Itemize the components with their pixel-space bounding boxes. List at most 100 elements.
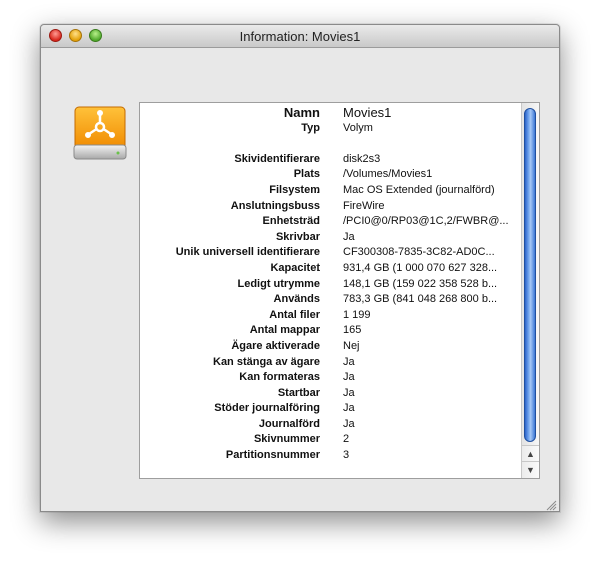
info-value: Mac OS Extended (journalförd) <box>343 183 495 196</box>
info-value: 783,3 GB (841 048 268 800 b... <box>343 293 498 306</box>
info-key: Unik universell identifierare <box>175 246 320 259</box>
info-separator: : <box>316 277 320 290</box>
firewire-drive-icon <box>71 105 129 163</box>
info-value: Nej <box>343 339 360 352</box>
info-separator: : <box>316 449 320 462</box>
info-row: Typ: Volym <box>140 121 520 137</box>
info-value: Ja <box>343 386 355 399</box>
info-key: Används <box>273 293 320 306</box>
info-row: Namn: Movies1 <box>140 105 520 121</box>
info-separator: : <box>316 199 320 212</box>
info-value: /Volumes/Movies1 <box>343 168 433 181</box>
info-row: Partitionsnummer: 3 <box>140 448 520 464</box>
info-separator: : <box>316 324 320 337</box>
info-separator: : <box>316 168 320 181</box>
info-row: Skrivbar: Ja <box>140 230 520 246</box>
info-row: Journalförd: Ja <box>140 417 520 433</box>
info-row: Används: 783,3 GB (841 048 268 800 b... <box>140 292 520 308</box>
info-separator: : <box>316 215 320 228</box>
scrollbar-thumb[interactable] <box>524 108 536 442</box>
info-key: Plats <box>293 168 320 181</box>
info-separator: : <box>316 152 320 165</box>
info-separator: : <box>316 183 320 196</box>
info-key: Antal filer <box>269 308 320 321</box>
info-list[interactable]: Namn: Movies1 Typ: Volym Skividentifierare: d… <box>139 102 540 479</box>
info-key: Kapacitet <box>270 261 320 274</box>
info-separator: : <box>316 433 320 446</box>
info-value: Ja <box>343 402 355 415</box>
info-window: Information: Movies1 Namn: Movies1 Typ … <box>40 24 560 512</box>
info-row: Kan formateras: Ja <box>140 370 520 386</box>
info-separator: : <box>316 402 320 415</box>
info-value: 3 <box>343 449 350 462</box>
info-row: Enhetsträd: /PCI0@0/RP03@1C,2/FWBR@... <box>140 214 520 230</box>
info-row: Skividentifierare: disk2s3 <box>140 152 520 168</box>
info-key: Skrivbar <box>275 230 320 243</box>
info-separator: : <box>316 355 320 368</box>
info-key: Filsystem <box>269 183 320 196</box>
info-row: Antal mappar: 165 <box>140 323 520 339</box>
info-value: 931,4 GB (1 000 070 627 328... <box>343 261 498 274</box>
info-key: Journalförd <box>258 417 320 430</box>
info-separator: : <box>316 417 320 430</box>
info-value: Ja <box>343 417 355 430</box>
info-key: Antal mappar <box>249 324 320 337</box>
info-key: Stöder journalföring <box>214 402 320 415</box>
info-row: Ledigt utrymme: 148,1 GB (159 022 358 528… <box>140 277 520 293</box>
info-row: Plats: /Volumes/Movies1 <box>140 167 520 183</box>
info-value: Volym <box>343 121 373 134</box>
resize-grip-icon[interactable] <box>546 498 557 511</box>
info-value: Movies1 <box>343 105 392 120</box>
info-value: 1 199 <box>343 308 371 321</box>
info-key: Enhetsträd <box>262 215 320 228</box>
info-separator: : <box>316 105 320 120</box>
info-separator: : <box>316 230 320 243</box>
info-value: Ja <box>343 371 355 384</box>
info-separator: : <box>316 386 320 399</box>
info-row: Unik universell identifierare: CF300308-7… <box>140 245 520 261</box>
info-rows: Namn: Movies1 Typ: Volym Skividentifierare: d… <box>140 105 520 464</box>
info-key: Typ <box>301 121 320 134</box>
info-value: /PCI0@0/RP03@1C,2/FWBR@... <box>343 215 509 228</box>
info-separator: : <box>316 121 320 134</box>
info-key: Skivnummer <box>253 433 320 446</box>
info-row: Skivnummer: 2 <box>140 432 520 448</box>
info-separator: : <box>316 371 320 384</box>
info-row: Kan stänga av ägare: Ja <box>140 355 520 371</box>
info-key: Namn <box>283 105 320 120</box>
info-separator: : <box>316 293 320 306</box>
info-row: Ägare aktiverade: Nej <box>140 339 520 355</box>
scroll-up-arrow-icon[interactable]: ▲ <box>522 445 539 462</box>
info-value: 2 <box>343 433 350 446</box>
info-key: Startbar <box>277 386 320 399</box>
info-key: Kan stänga av ägare <box>213 355 320 368</box>
info-key: Skividentifierare <box>234 152 320 165</box>
info-key: Ägare aktiverade <box>231 339 320 352</box>
info-value: FireWire <box>343 199 385 212</box>
info-separator: : <box>316 339 320 352</box>
info-value: CF300308-7835-3C82-AD0C... <box>343 246 495 259</box>
vertical-scrollbar[interactable]: ▲ ▼ <box>521 103 539 478</box>
info-key: Partitionsnummer <box>225 449 320 462</box>
title-bar[interactable]: Information: Movies1 <box>41 25 559 48</box>
info-separator: : <box>316 308 320 321</box>
info-row: Startbar: Ja <box>140 386 520 402</box>
info-value: disk2s3 <box>343 152 381 165</box>
info-row: Stöder journalföring: Ja <box>140 401 520 417</box>
info-row: Filsystem: Mac OS Extended (journalförd) <box>140 183 520 199</box>
scroll-down-arrow-icon[interactable]: ▼ <box>522 461 539 478</box>
info-row: Antal filer: 1 199 <box>140 308 520 324</box>
info-row: Kapacitet: 931,4 GB (1 000 070 627 328... <box>140 261 520 277</box>
info-separator: : <box>316 261 320 274</box>
info-key: Kan formateras <box>239 371 320 384</box>
info-value: Ja <box>343 355 355 368</box>
info-value: 165 <box>343 324 362 337</box>
info-key: Anslutningsbuss <box>230 199 320 212</box>
info-row: Anslutningsbuss: FireWire <box>140 199 520 215</box>
info-value: 148,1 GB (159 022 358 528 b... <box>343 277 498 290</box>
window-title: Information: Movies1 <box>239 29 361 44</box>
info-key: Ledigt utrymme <box>237 277 320 290</box>
info-separator: : <box>316 246 320 259</box>
info-value: Ja <box>343 230 355 243</box>
